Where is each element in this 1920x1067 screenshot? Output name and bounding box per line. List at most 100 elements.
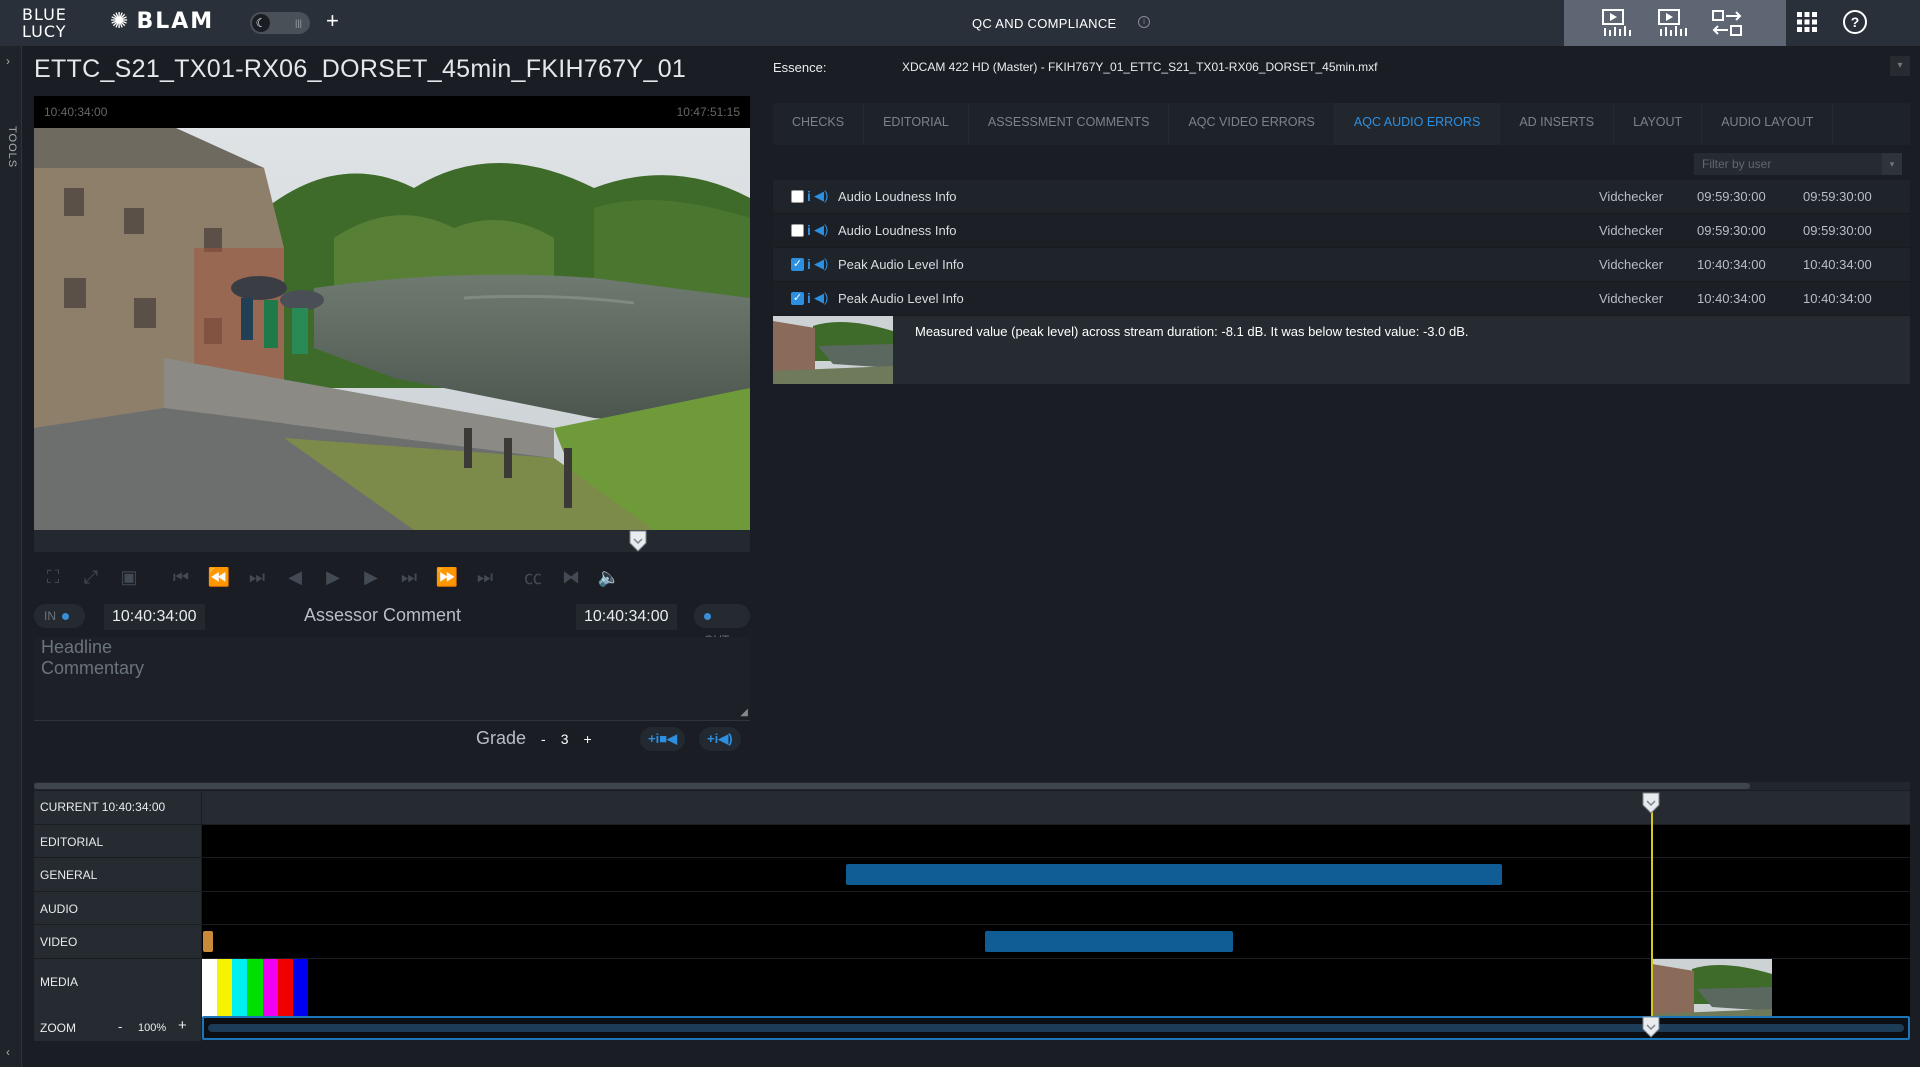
audio-label: AUDIO xyxy=(34,891,201,925)
info-icon[interactable]: i xyxy=(1138,16,1150,28)
timeline-scrollbar[interactable] xyxy=(34,782,1910,790)
volume-icon[interactable]: 🔈 xyxy=(590,567,628,588)
video-marker[interactable] xyxy=(203,931,213,953)
tab-editorial[interactable]: EDITORIAL xyxy=(864,103,969,145)
tools-sidebar[interactable]: › TOOLS ‹ xyxy=(0,46,22,1067)
editorial-track[interactable] xyxy=(202,824,1910,858)
error-row[interactable]: i ◀) Audio Loudness Info Vidchecker 09:59:30… xyxy=(773,214,1910,248)
blam-wordmark: BLAM xyxy=(136,9,215,34)
chevron-down-icon[interactable]: ▾ xyxy=(1890,56,1910,76)
expand-icon[interactable]: ⤢ xyxy=(72,567,110,588)
timeline-scroll-thumb[interactable] xyxy=(34,783,1750,789)
error-tc-out: 10:40:34:00 xyxy=(1803,291,1872,306)
video-frame[interactable] xyxy=(34,128,750,530)
swap-icon[interactable] xyxy=(1710,8,1744,38)
chevron-right-icon[interactable]: › xyxy=(6,54,10,68)
assessor-comment-label: Assessor Comment xyxy=(304,605,462,625)
tab-aqc-audio-errors[interactable]: AQC AUDIO ERRORS xyxy=(1334,103,1501,145)
essence-select[interactable]: XDCAM 422 HD (Master) - FKIH767Y_01_ETTC… xyxy=(902,60,1378,74)
filter-chevron-down-icon[interactable]: ▾ xyxy=(1882,153,1902,175)
next-mark-icon[interactable]: ⏭ xyxy=(390,567,428,588)
add-video-comment-button[interactable]: +i■◀ xyxy=(640,727,686,751)
general-segment[interactable] xyxy=(846,864,1502,886)
error-checkbox[interactable]: ✓ xyxy=(791,292,804,305)
error-checkbox[interactable] xyxy=(791,190,804,203)
error-tc-out: 10:40:34:00 xyxy=(1803,257,1872,272)
transport-controls: ⛶ ⤢ ▣ ⏮ ⏪ ⏭ ◀ ▶ ▶ ⏭ ⏩ ⏭ ㏄ ⧓ 🔈 xyxy=(34,562,750,592)
previous-mark-icon[interactable]: ⏭ xyxy=(238,567,276,588)
grade-minus-button[interactable]: - xyxy=(541,731,546,747)
error-tc-in: 10:40:34:00 xyxy=(1697,291,1766,306)
in-timecode[interactable]: 10:40:34:00 xyxy=(104,604,205,630)
page-title: QC AND COMPLIANCE xyxy=(972,16,1117,31)
error-checkbox[interactable]: ✓ xyxy=(791,258,804,271)
grade-value: 3 xyxy=(560,731,569,747)
rewind-icon[interactable]: ⏪ xyxy=(200,567,238,588)
skip-start-icon[interactable]: ⏮ xyxy=(162,567,200,588)
add-audio-comment-button[interactable]: +i◀) xyxy=(699,727,741,751)
bluelucy-logo[interactable]: BLUE LUCY xyxy=(22,6,67,40)
error-checkbox[interactable] xyxy=(791,224,804,237)
monitor-meter-icon[interactable] xyxy=(1600,8,1634,38)
error-row[interactable]: i ◀) Audio Loudness Info Vidchecker 09:59:30… xyxy=(773,180,1910,214)
tab-ad-inserts[interactable]: AD INSERTS xyxy=(1500,103,1615,145)
video-track[interactable] xyxy=(202,925,1910,958)
filter-by-user-select[interactable]: Filter by user ▾ xyxy=(1694,153,1902,175)
tab-audio-layout[interactable]: AUDIO LAYOUT xyxy=(1702,103,1834,145)
playhead-handle-icon[interactable] xyxy=(1642,792,1660,814)
commentary-placeholder: Commentary xyxy=(41,658,145,678)
add-button[interactable]: + xyxy=(326,8,339,34)
closed-caption-icon[interactable]: ㏄ xyxy=(514,564,552,590)
grade-control: Grade - 3 + xyxy=(476,728,592,749)
scrub-bar[interactable] xyxy=(34,530,750,552)
camera-icon[interactable]: ▣ xyxy=(110,567,148,588)
chevron-left-icon[interactable]: ‹ xyxy=(6,1045,10,1059)
headline-placeholder: Headline xyxy=(41,637,113,657)
help-icon[interactable]: ? xyxy=(1843,10,1867,34)
grade-plus-button[interactable]: + xyxy=(584,731,592,747)
loop-icon[interactable]: ⧓ xyxy=(552,567,590,588)
error-row[interactable]: ✓ i ◀) Peak Audio Level Info Vidchecker 10:40… xyxy=(773,248,1910,282)
theme-toggle[interactable]: ☾ ||| xyxy=(250,12,310,34)
scrub-handle-icon[interactable] xyxy=(629,530,647,552)
zoom-in-button[interactable]: + xyxy=(178,1017,187,1034)
timecode-start: 10:40:34:00 xyxy=(44,105,108,119)
error-user: Vidchecker xyxy=(1599,223,1664,238)
zoom-out-button[interactable]: - xyxy=(118,1019,122,1034)
panel-tabs: CHECKS EDITORIAL ASSESSMENT COMMENTS AQC VI… xyxy=(773,103,1910,145)
tab-assessment-comments[interactable]: ASSESSMENT COMMENTS xyxy=(969,103,1170,145)
tab-checks[interactable]: CHECKS xyxy=(773,103,865,145)
skip-end-icon[interactable]: ⏭ xyxy=(466,567,504,588)
error-name: Peak Audio Level Info xyxy=(838,257,964,272)
mark-out-button[interactable]: OUT xyxy=(694,604,750,647)
apps-grid-icon[interactable] xyxy=(1796,11,1818,39)
general-track[interactable] xyxy=(202,858,1910,891)
speaker-icon: ◀) xyxy=(814,222,829,237)
audio-track[interactable] xyxy=(202,891,1910,925)
fullscreen-icon[interactable]: ⛶ xyxy=(34,567,72,588)
error-name: Audio Loudness Info xyxy=(838,223,957,238)
step-back-icon[interactable]: ◀ xyxy=(276,567,314,588)
zoom-playhead-handle-icon[interactable] xyxy=(1642,1016,1660,1038)
step-forward-icon[interactable]: ▶ xyxy=(352,567,390,588)
error-tc-out: 09:59:30:00 xyxy=(1803,223,1872,238)
tab-aqc-video-errors[interactable]: AQC VIDEO ERRORS xyxy=(1169,103,1335,145)
video-segment[interactable] xyxy=(985,931,1233,953)
play-icon[interactable]: ▶ xyxy=(314,567,352,588)
info-icon: i xyxy=(807,222,811,238)
audio-error-list: i ◀) Audio Loudness Info Vidchecker 09:59:30… xyxy=(773,180,1910,384)
tab-layout[interactable]: LAYOUT xyxy=(1614,103,1703,145)
brand-line-2: LUCY xyxy=(22,22,67,41)
speaker-icon: ◀) xyxy=(814,290,829,305)
toggle-dots-icon: ||| xyxy=(294,18,302,28)
out-timecode[interactable]: 10:40:34:00 xyxy=(576,604,677,630)
blam-logo[interactable]: ✺ BLAM xyxy=(110,9,214,34)
error-thumbnail[interactable] xyxy=(773,316,893,384)
error-row[interactable]: ✓ i ◀) Peak Audio Level Info Vidchecker 10:40… xyxy=(773,282,1910,316)
fast-forward-icon[interactable]: ⏩ xyxy=(428,567,466,588)
monitor-meter-alt-icon[interactable] xyxy=(1656,8,1690,38)
mark-in-button[interactable]: IN xyxy=(34,604,85,628)
essence-label: Essence: xyxy=(773,60,827,75)
resize-handle-icon[interactable]: ◢ xyxy=(740,707,748,718)
comment-textarea[interactable]: Headline Commentary ◢ xyxy=(34,637,750,721)
